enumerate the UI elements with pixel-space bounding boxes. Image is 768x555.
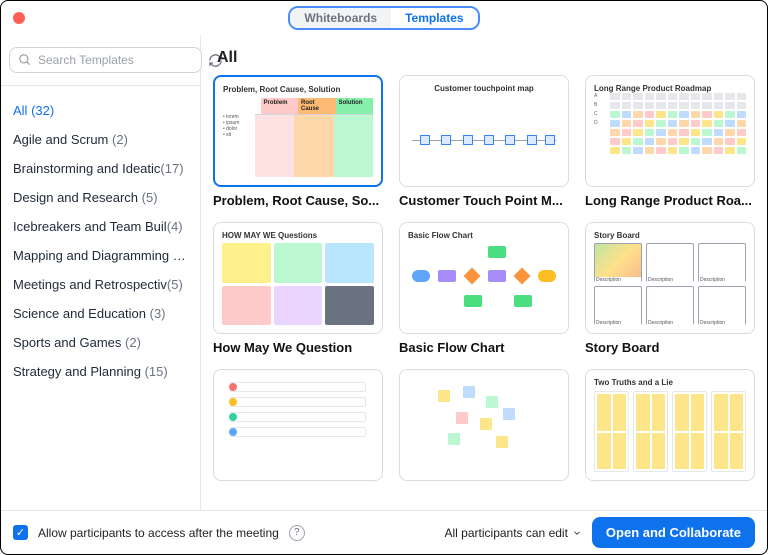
main: All Problem, Root Cause, Solution Proble… bbox=[201, 35, 767, 510]
template-thumb: Customer touchpoint map bbox=[399, 75, 569, 187]
search-input[interactable] bbox=[38, 53, 193, 67]
open-collaborate-button[interactable]: Open and Collaborate bbox=[592, 517, 755, 548]
thumb-title: Customer touchpoint map bbox=[408, 84, 560, 93]
template-title: Long Range Product Roa... bbox=[585, 193, 755, 208]
category-sports[interactable]: Sports and Games (2) bbox=[11, 328, 190, 357]
search-row bbox=[1, 41, 200, 79]
template-thumb: Two Truths and a Lie bbox=[585, 369, 755, 481]
template-thumb bbox=[399, 369, 569, 481]
template-grid: Problem, Root Cause, Solution Problem Ro… bbox=[201, 75, 767, 510]
template-title: Problem, Root Cause, So... bbox=[213, 193, 383, 208]
divider bbox=[1, 85, 200, 86]
thumb-title: Story Board bbox=[594, 231, 746, 240]
col-header: Problem bbox=[261, 98, 299, 114]
template-thumb: Basic Flow Chart bbox=[399, 222, 569, 334]
footer: ✓ Allow participants to access after the… bbox=[1, 510, 767, 554]
thumb-title: Long Range Product Roadmap bbox=[594, 84, 746, 93]
category-all[interactable]: All (32) bbox=[11, 96, 190, 125]
category-agile-scrum[interactable]: Agile and Scrum (2) bbox=[11, 125, 190, 154]
template-title: Story Board bbox=[585, 340, 755, 355]
template-card-story-board[interactable]: Story Board Description Description Desc… bbox=[585, 222, 755, 355]
template-title: Customer Touch Point M... bbox=[399, 193, 569, 208]
category-list: All (32) Agile and Scrum (2) Brainstormi… bbox=[1, 92, 200, 390]
thumb-title: Two Truths and a Lie bbox=[594, 378, 746, 387]
template-card-partial-1[interactable] bbox=[213, 369, 383, 481]
page-title: All bbox=[201, 35, 767, 75]
template-card-touch-point[interactable]: Customer touchpoint map Customer bbox=[399, 75, 569, 208]
col-header: Root Cause bbox=[298, 98, 336, 114]
category-strategy[interactable]: Strategy and Planning (15) bbox=[11, 357, 190, 386]
template-card-how-may-we[interactable]: HOW MAY WE Questions How May We Question bbox=[213, 222, 383, 355]
tab-templates[interactable]: Templates bbox=[391, 8, 477, 28]
template-card-problem-root-cause[interactable]: Problem, Root Cause, Solution Problem Ro… bbox=[213, 75, 383, 208]
template-thumb: Story Board Description Description Desc… bbox=[585, 222, 755, 334]
template-thumb: Long Range Product Roadmap ABCD bbox=[585, 75, 755, 187]
permission-dropdown[interactable]: All participants can edit bbox=[445, 526, 582, 540]
template-card-partial-2[interactable] bbox=[399, 369, 569, 481]
thumb-title: Problem, Root Cause, Solution bbox=[223, 85, 373, 94]
search-icon bbox=[18, 53, 32, 67]
category-science[interactable]: Science and Education (3) bbox=[11, 299, 190, 328]
close-button[interactable] bbox=[13, 12, 25, 24]
allow-access-label: Allow participants to access after the m… bbox=[38, 526, 279, 540]
category-brainstorming[interactable]: Brainstorming and Ideatic(17) bbox=[11, 154, 190, 183]
template-card-partial-3[interactable]: Two Truths and a Lie bbox=[585, 369, 755, 481]
titlebar: Whiteboards Templates bbox=[1, 1, 767, 35]
col-header: Solution bbox=[336, 98, 374, 114]
category-design-research[interactable]: Design and Research (5) bbox=[11, 183, 190, 212]
category-mapping[interactable]: Mapping and Diagramming (4) bbox=[11, 241, 190, 270]
search-box[interactable] bbox=[9, 47, 202, 73]
template-title: Basic Flow Chart bbox=[399, 340, 569, 355]
thumb-title: HOW MAY WE Questions bbox=[222, 231, 374, 240]
template-thumb: Problem, Root Cause, Solution Problem Ro… bbox=[213, 75, 383, 187]
template-title: How May We Question bbox=[213, 340, 383, 355]
template-thumb: HOW MAY WE Questions bbox=[213, 222, 383, 334]
thumb-title: Basic Flow Chart bbox=[408, 231, 560, 240]
tab-whiteboards[interactable]: Whiteboards bbox=[290, 8, 391, 28]
view-tabs: Whiteboards Templates bbox=[288, 6, 479, 30]
templates-window: Whiteboards Templates All (32) Agile an bbox=[0, 0, 768, 555]
template-card-basic-flow-chart[interactable]: Basic Flow Chart B bbox=[399, 222, 569, 355]
category-meetings[interactable]: Meetings and Retrospectiv(5) bbox=[11, 270, 190, 299]
sidebar: All (32) Agile and Scrum (2) Brainstormi… bbox=[1, 35, 201, 510]
dropdown-label: All participants can edit bbox=[445, 526, 568, 540]
help-icon[interactable]: ? bbox=[289, 525, 305, 541]
body: All (32) Agile and Scrum (2) Brainstormi… bbox=[1, 35, 767, 510]
template-card-long-range-roadmap[interactable]: Long Range Product Roadmap ABCD Long Ran… bbox=[585, 75, 755, 208]
chevron-down-icon bbox=[572, 528, 582, 538]
allow-access-checkbox[interactable]: ✓ bbox=[13, 525, 28, 540]
template-thumb bbox=[213, 369, 383, 481]
category-icebreakers[interactable]: Icebreakers and Team Buil(4) bbox=[11, 212, 190, 241]
